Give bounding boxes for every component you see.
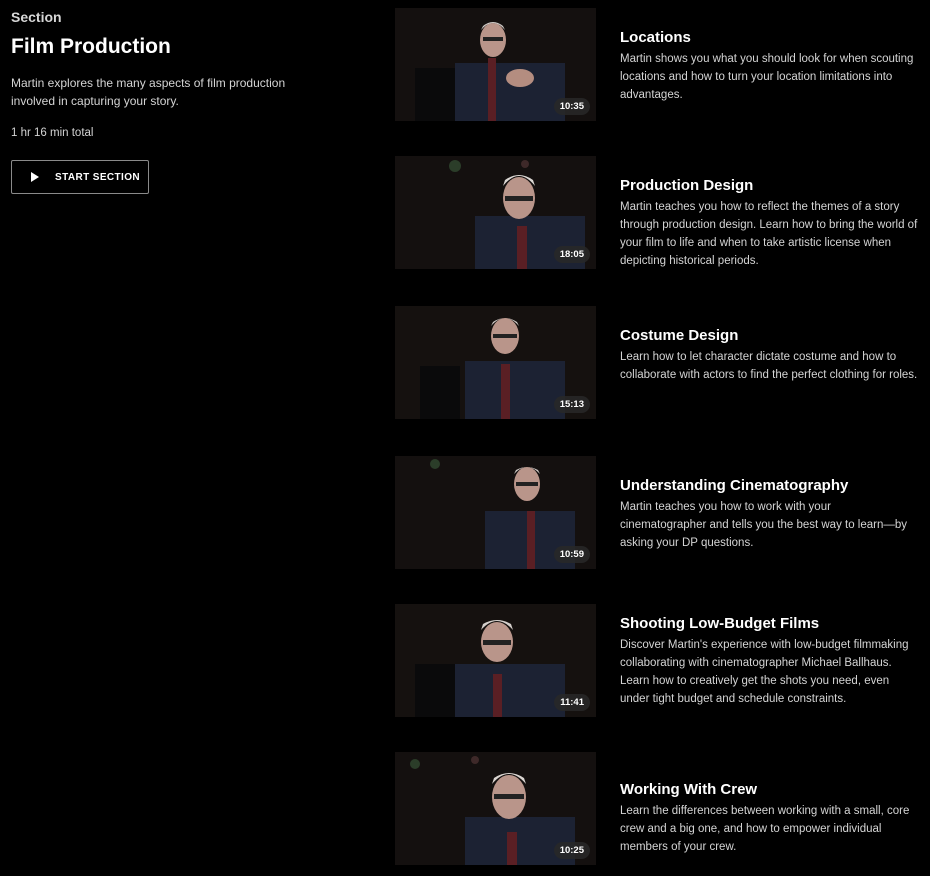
lesson-info: Costume Design Learn how to let characte… [620, 326, 920, 384]
start-section-label: START SECTION [55, 171, 141, 183]
lesson-item-locations[interactable]: 10:35 Locations Martin shows you what yo… [395, 8, 925, 122]
duration-badge: 11:41 [554, 694, 590, 711]
lesson-description: Learn how to let character dictate costu… [620, 351, 918, 381]
lesson-title[interactable]: Working With Crew [620, 780, 920, 799]
section-eyebrow: Section [11, 9, 62, 25]
lesson-thumbnail[interactable]: 10:25 [395, 752, 596, 865]
lesson-description: Martin teaches you how to work with your… [620, 501, 908, 549]
lesson-item-working-with-crew[interactable]: 10:25 Working With Crew Learn the differ… [395, 752, 925, 866]
lesson-description: Discover Martin's experience with low-bu… [620, 639, 909, 705]
section-total-duration: 1 hr 16 min total [11, 127, 94, 139]
lesson-thumbnail[interactable]: 18:05 [395, 156, 596, 269]
lesson-item-shooting-low-budget-films[interactable]: 11:41 Shooting Low-Budget Films Discover… [395, 604, 925, 718]
lesson-description: Martin teaches you how to reflect the th… [620, 201, 918, 267]
lesson-item-production-design[interactable]: 18:05 Production Design Martin teaches y… [395, 156, 925, 270]
duration-badge: 10:35 [553, 98, 590, 115]
lesson-info: Locations Martin shows you what you shou… [620, 28, 920, 104]
lesson-description: Martin shows you what you should look fo… [620, 53, 914, 101]
section-info: Section Film Production Martin explores … [11, 8, 311, 194]
lesson-title[interactable]: Understanding Cinematography [620, 476, 920, 495]
lesson-thumbnail[interactable]: 10:59 [395, 456, 596, 569]
lesson-title[interactable]: Locations [620, 28, 920, 47]
section-title: Film Production [11, 35, 171, 58]
lesson-title[interactable]: Production Design [620, 176, 920, 195]
duration-badge: 10:25 [553, 842, 590, 859]
lesson-info: Production Design Martin teaches you how… [620, 176, 920, 270]
lesson-thumbnail[interactable]: 10:35 [395, 8, 596, 121]
section-description: Martin explores the many aspects of film… [11, 76, 286, 108]
lesson-description: Learn the differences between working wi… [620, 805, 910, 853]
play-icon [31, 172, 39, 182]
lesson-item-understanding-cinematography[interactable]: 10:59 Understanding Cinematography Marti… [395, 456, 925, 570]
start-section-button[interactable]: START SECTION [11, 160, 149, 194]
duration-badge: 10:59 [553, 546, 590, 563]
lesson-thumbnail[interactable]: 15:13 [395, 306, 596, 419]
lesson-thumbnail[interactable]: 11:41 [395, 604, 596, 717]
lesson-info: Working With Crew Learn the differences … [620, 780, 920, 856]
lesson-title[interactable]: Costume Design [620, 326, 920, 345]
lesson-title[interactable]: Shooting Low-Budget Films [620, 614, 920, 633]
lesson-info: Shooting Low-Budget Films Discover Marti… [620, 614, 920, 708]
lesson-item-costume-design[interactable]: 15:13 Costume Design Learn how to let ch… [395, 306, 925, 420]
duration-badge: 18:05 [553, 246, 590, 263]
duration-badge: 15:13 [553, 396, 590, 413]
lesson-info: Understanding Cinematography Martin teac… [620, 476, 920, 552]
